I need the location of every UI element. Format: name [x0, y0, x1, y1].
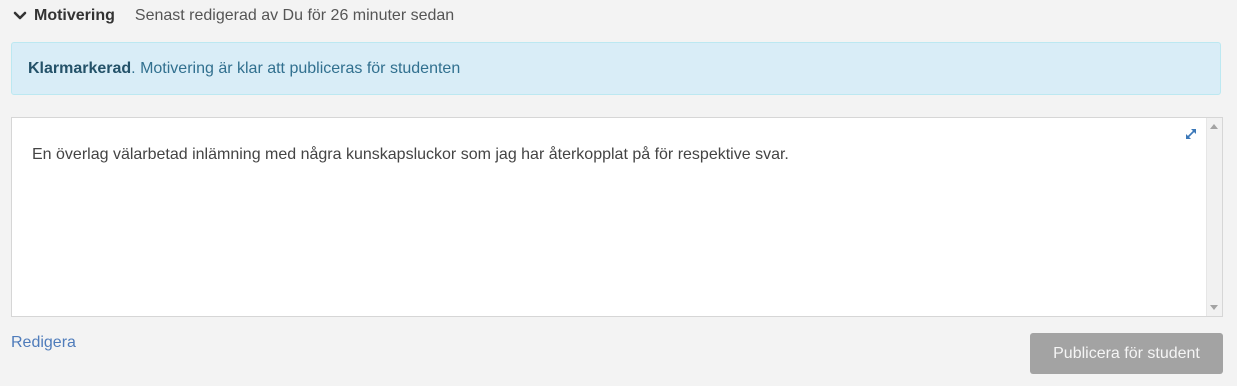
publish-button[interactable]: Publicera för student	[1030, 333, 1223, 374]
section-title: Motivering	[34, 7, 115, 24]
motivering-editor[interactable]: En överlag välarbetad inlämning med någr…	[11, 117, 1223, 317]
editor-content: En överlag välarbetad inlämning med någr…	[32, 146, 789, 163]
edit-link[interactable]: Redigera	[11, 334, 76, 352]
scroll-up-icon[interactable]	[1210, 124, 1218, 129]
motivering-toggle[interactable]: Motivering Senast redigerad av Du för 26…	[12, 4, 454, 28]
expand-icon[interactable]	[1184, 127, 1198, 141]
editor-scrollbar[interactable]	[1206, 118, 1222, 316]
status-label: Klarmarkerad	[28, 59, 132, 77]
chevron-down-icon	[12, 8, 28, 24]
last-edited-text: Senast redigerad av Du för 26 minuter se…	[134, 7, 455, 24]
status-alert: Klarmarkerad. Motivering är klar att pub…	[11, 42, 1221, 95]
status-message: . Motivering är klar att publiceras för …	[131, 59, 461, 77]
scroll-down-icon[interactable]	[1210, 305, 1218, 310]
